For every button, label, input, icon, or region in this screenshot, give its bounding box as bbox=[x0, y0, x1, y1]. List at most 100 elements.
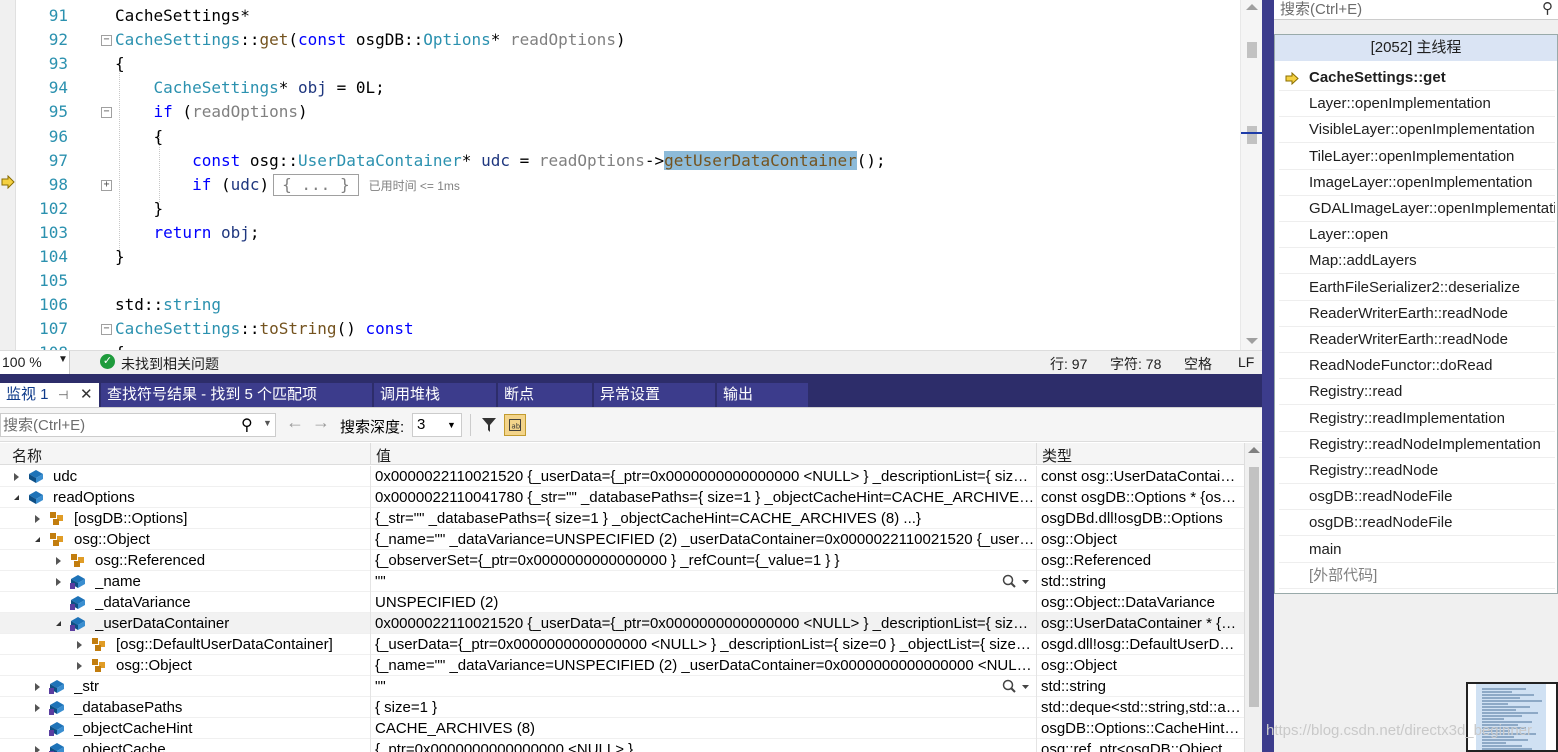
scroll-up-icon[interactable] bbox=[1248, 447, 1260, 453]
scroll-thumb[interactable] bbox=[1247, 126, 1257, 144]
expand-arrow-icon[interactable] bbox=[35, 704, 40, 712]
call-stack-frame[interactable]: TileLayer::openImplementation bbox=[1279, 144, 1555, 170]
expand-arrow-icon[interactable] bbox=[56, 557, 61, 565]
whitespace-indicator[interactable]: 空格 bbox=[1184, 354, 1212, 374]
expand-arrow-icon[interactable] bbox=[56, 578, 61, 586]
expand-outline-icon[interactable]: + bbox=[101, 179, 112, 191]
tab-watch-1[interactable]: 监视 1 ⊣ ✕ bbox=[0, 383, 100, 407]
column-name[interactable]: 名称 bbox=[12, 445, 42, 466]
expand-arrow-icon[interactable] bbox=[14, 473, 19, 481]
minimap-viewport[interactable] bbox=[1476, 684, 1546, 750]
search-depth-select[interactable]: 3 ▼ bbox=[412, 413, 462, 437]
perf-tip[interactable]: 已用时间 <= 1ms bbox=[369, 179, 460, 193]
expand-arrow-icon[interactable] bbox=[35, 746, 40, 752]
search-icon[interactable]: ⚲ bbox=[241, 415, 253, 435]
watch-row[interactable]: _dataVariance UNSPECIFIED (2) osg::Object:… bbox=[0, 592, 1244, 613]
watch-row[interactable]: _objectCache {_ptr=0x0000000000000000 <NU… bbox=[0, 739, 1244, 752]
watch-row[interactable]: readOptions 0x0000022110041780 {_str="" _… bbox=[0, 487, 1244, 508]
callstack-search-box[interactable]: ⚲ bbox=[1274, 0, 1558, 20]
code-line[interactable]: 91 CacheSettings* bbox=[0, 4, 1240, 28]
code-line[interactable]: 108 { bbox=[0, 341, 1240, 350]
call-stack-frame[interactable]: Layer::open bbox=[1279, 222, 1555, 249]
collapse-arrow-icon[interactable] bbox=[56, 621, 61, 626]
call-stack-frame[interactable]: EarthFileSerializer2::deserialize bbox=[1279, 275, 1555, 301]
watch-value[interactable]: {_observerSet={_ptr=0x0000000000000000 }… bbox=[375, 550, 1035, 571]
code-line[interactable]: 98 + if (udc){ ... } 已用时间 <= 1ms bbox=[0, 173, 1240, 197]
call-stack-frame[interactable]: Registry::readNodeImplementation bbox=[1279, 432, 1555, 458]
expand-arrow-icon[interactable] bbox=[77, 662, 82, 670]
code-line[interactable]: 104} bbox=[0, 245, 1240, 269]
forward-arrow-icon[interactable]: → bbox=[312, 412, 330, 433]
call-stack-frame[interactable]: ImageLayer::openImplementation bbox=[1279, 170, 1555, 196]
watch-value[interactable]: CACHE_ARCHIVES (8) bbox=[375, 718, 1035, 739]
watch-row[interactable]: _name "" std::string bbox=[0, 571, 1244, 592]
scroll-thumb[interactable] bbox=[1249, 467, 1259, 707]
collapse-outline-icon[interactable]: − bbox=[101, 107, 112, 119]
code-line[interactable]: 93 { bbox=[0, 52, 1240, 76]
issues-status[interactable]: 未找到相关问题 bbox=[121, 354, 219, 374]
watch-value[interactable]: {_ptr=0x0000000000000000 <NULL> } bbox=[375, 739, 1035, 752]
watch-value[interactable]: 0x0000022110021520 {_userData={_ptr=0x00… bbox=[375, 466, 1035, 487]
call-stack-frame[interactable]: ReaderWriterEarth::readNode bbox=[1279, 301, 1555, 327]
code-line[interactable]: 107 − CacheSettings::toString() const bbox=[0, 317, 1240, 341]
watch-value[interactable]: { size=1 } bbox=[375, 697, 1035, 718]
tab-call-stack[interactable]: 调用堆栈 bbox=[374, 383, 497, 407]
call-stack-frame[interactable]: osgDB::readNodeFile bbox=[1279, 484, 1555, 511]
watch-row[interactable]: [osg::DefaultUserDataContainer] {_userDat… bbox=[0, 634, 1244, 655]
collapsed-block[interactable]: { ... } bbox=[273, 173, 359, 196]
scroll-up-icon[interactable] bbox=[1246, 4, 1258, 10]
back-arrow-icon[interactable]: ← bbox=[286, 412, 304, 433]
watch-row[interactable]: _objectCacheHint CACHE_ARCHIVES (8) osgDB:… bbox=[0, 718, 1244, 739]
collapse-outline-icon[interactable]: − bbox=[101, 324, 112, 336]
watch-value[interactable]: 0x0000022110041780 {_str="" _databasePat… bbox=[375, 487, 1035, 508]
watch-value[interactable]: {_str="" _databasePaths={ size=1 } _obje… bbox=[375, 508, 1035, 529]
watch-row[interactable]: osg::Object {_name="" _dataVariance=UNSPE… bbox=[0, 529, 1244, 550]
watch-row[interactable]: [osgDB::Options] {_str="" _databasePaths=… bbox=[0, 508, 1244, 529]
call-stack-frame[interactable]: ReaderWriterEarth::readNode bbox=[1279, 327, 1555, 353]
pane-divider[interactable] bbox=[1262, 0, 1274, 752]
zoom-dropdown[interactable]: 100 % ▼ bbox=[0, 351, 70, 374]
watch-search-input[interactable] bbox=[1, 414, 231, 436]
watch-row[interactable]: osg::Object {_name="" _dataVariance=UNSPE… bbox=[0, 655, 1244, 676]
code-line[interactable]: 102 } bbox=[0, 197, 1240, 221]
call-stack-frame[interactable]: Registry::read bbox=[1279, 379, 1555, 406]
tab-exception-settings[interactable]: 异常设置 bbox=[594, 383, 716, 407]
code-line[interactable]: 94 CacheSettings* obj = 0L; bbox=[0, 76, 1240, 100]
call-stack-frame[interactable]: main bbox=[1279, 537, 1555, 563]
close-icon[interactable]: ✕ bbox=[80, 383, 93, 407]
code-line[interactable]: 92 − CacheSettings::get(const osgDB::Optio… bbox=[0, 28, 1240, 52]
call-stack-frame[interactable]: ReadNodeFunctor::doRead bbox=[1279, 353, 1555, 380]
chevron-down-icon[interactable]: ▼ bbox=[263, 418, 272, 428]
splitter[interactable] bbox=[0, 374, 1262, 383]
watch-value[interactable]: "" bbox=[375, 571, 995, 592]
code-line[interactable]: 95 − if (readOptions) bbox=[0, 100, 1240, 124]
code-line[interactable]: 97 const osg::UserDataContainer* udc = r… bbox=[0, 149, 1240, 173]
eol-indicator[interactable]: LF bbox=[1238, 354, 1254, 370]
text-visualizer-icon[interactable] bbox=[1002, 574, 1032, 590]
code-line[interactable]: 103 return obj; bbox=[0, 221, 1240, 245]
column-value[interactable]: 值 bbox=[376, 445, 391, 466]
call-stack-frame[interactable]: Layer::openImplementation bbox=[1279, 91, 1555, 118]
code-line[interactable]: 105 bbox=[0, 269, 1240, 293]
code-editor[interactable]: 91 CacheSettings* 92− CacheSettings::get(co… bbox=[0, 0, 1262, 350]
search-icon[interactable]: ⚲ bbox=[1542, 0, 1553, 17]
watch-row[interactable]: _databasePaths { size=1 } std::deque<std::… bbox=[0, 697, 1244, 718]
callstack-search-input[interactable] bbox=[1274, 0, 1524, 19]
tab-breakpoints[interactable]: 断点 bbox=[498, 383, 593, 407]
watch-vertical-scrollbar[interactable] bbox=[1244, 443, 1262, 752]
expand-arrow-icon[interactable] bbox=[35, 515, 40, 523]
code-line[interactable]: 106 std::string bbox=[0, 293, 1240, 317]
filter-pin-icon[interactable] bbox=[478, 414, 500, 436]
expand-arrow-icon[interactable] bbox=[77, 641, 82, 649]
watch-value[interactable]: 0x0000022110021520 {_userData={_ptr=0x00… bbox=[375, 613, 1035, 634]
scroll-down-icon[interactable] bbox=[1246, 338, 1258, 344]
call-stack-frame[interactable]: VisibleLayer::openImplementation bbox=[1279, 117, 1555, 144]
tab-find-symbol-results[interactable]: 查找符号结果 - 找到 5 个匹配项 bbox=[101, 383, 373, 407]
watch-search-box[interactable]: ⚲ ▼ bbox=[0, 413, 276, 437]
pin-icon[interactable]: ⊣ bbox=[58, 383, 68, 407]
call-stack-frame[interactable]: [外部代码] bbox=[1279, 563, 1555, 589]
watch-value[interactable]: {_userData={_ptr=0x0000000000000000 <NUL… bbox=[375, 634, 1035, 655]
call-stack-frame[interactable]: Map::addLayers bbox=[1279, 248, 1555, 275]
collapse-arrow-icon[interactable] bbox=[14, 495, 19, 500]
tab-output[interactable]: 输出 bbox=[717, 383, 809, 407]
